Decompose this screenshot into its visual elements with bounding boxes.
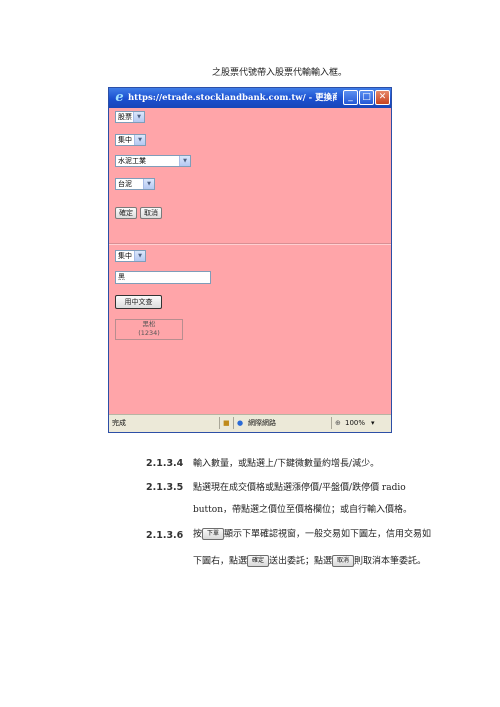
zoom-icon: ⊕ — [335, 419, 341, 427]
section-text: 輸入數量，或點選上/下鍵微數量約增長/減少。 — [193, 459, 380, 469]
text-fragment: 按 — [193, 529, 203, 540]
section-text: 點選現在成交價格或點選漲停價/平盤價/跌停價 radio — [193, 483, 406, 493]
close-button[interactable]: ✕ — [375, 90, 390, 105]
result-code: (1234) — [138, 329, 160, 337]
confirm-button-image: 確定 — [247, 555, 270, 567]
industry-select[interactable]: 水泥工業 ▼ — [115, 155, 191, 167]
status-separator — [219, 417, 220, 429]
status-separator — [331, 417, 332, 429]
cancel-button[interactable]: 取消 — [140, 207, 162, 219]
section-text: 按下單 顯示下單確認視窗，一般交易如下圖左，信用交易如 — [193, 528, 431, 541]
text-fragment: 則取消本筆委託。 — [354, 556, 427, 567]
confirm-button[interactable]: 確定 — [115, 207, 137, 219]
order-button-image: 下單 — [202, 528, 225, 540]
chevron-down-icon: ▼ — [134, 251, 145, 261]
status-bar: 完成 ■ ● 網際網路 ⊕ 100% ▾ — [109, 414, 391, 432]
board-select-bottom[interactable]: 集中 ▼ — [115, 250, 146, 262]
title-bar[interactable]: e https://etrade.stocklandbank.com.tw/ -… — [109, 88, 391, 108]
window-title: https://etrade.stocklandbank.com.tw/ - 更… — [128, 93, 337, 103]
stock-select[interactable]: 台泥 ▼ — [115, 178, 155, 190]
chevron-down-icon: ▼ — [143, 179, 154, 189]
minimize-button[interactable]: _ — [343, 90, 358, 105]
ie-logo-icon: e — [115, 90, 124, 105]
section-divider — [109, 243, 391, 245]
section-text-line2: button，帶點選之價位至價格欄位；或自行輸入價格。 — [193, 505, 413, 515]
globe-icon: ● — [237, 419, 244, 427]
industry-select-value: 水泥工業 — [118, 157, 146, 165]
board-select[interactable]: 集中 ▼ — [115, 134, 146, 146]
section-number: 2.1.3.4 — [146, 458, 184, 469]
zone-text: 網際網路 — [248, 419, 276, 427]
zoom-level[interactable]: 100% — [345, 415, 365, 431]
cancel-button-image: 取消 — [332, 555, 355, 567]
result-name: 黑松 — [142, 320, 156, 328]
section-number: 2.1.3.6 — [146, 530, 184, 541]
market-select-value: 股票 — [118, 113, 132, 121]
board-select-bottom-value: 集中 — [118, 252, 132, 260]
chinese-search-button[interactable]: 用中文查 — [115, 295, 162, 309]
stock-select-value: 台泥 — [118, 180, 132, 188]
status-separator — [233, 417, 234, 429]
intro-text: 之股票代號帶入股票代輸輸入框。 — [212, 68, 348, 78]
market-select[interactable]: 股票 ▼ — [115, 111, 145, 123]
chevron-down-icon: ▼ — [133, 112, 144, 122]
section-number: 2.1.3.5 — [146, 482, 184, 493]
browser-window: e https://etrade.stocklandbank.com.tw/ -… — [108, 87, 392, 433]
text-fragment: 下圖右，點選 — [193, 556, 248, 567]
section-text-line2: 下圖右，點選 確定 送出委託；點選 取消 則取消本筆委託。 — [193, 555, 426, 568]
lock-icon: ■ — [223, 419, 230, 427]
maximize-button[interactable]: □ — [359, 90, 374, 105]
stock-name-input[interactable]: 黑 — [115, 271, 211, 284]
board-select-value: 集中 — [118, 136, 132, 144]
chevron-down-icon: ▼ — [179, 156, 190, 166]
text-fragment: 顯示下單確認視窗，一般交易如下圖左，信用交易如 — [224, 529, 432, 540]
text-fragment: 送出委託；點選 — [269, 556, 333, 567]
zoom-dropdown-icon[interactable]: ▾ — [371, 415, 375, 431]
page-content: 股票 ▼ 集中 ▼ 水泥工業 ▼ 台泥 ▼ 確定 取消 集中 ▼ 黑 用中文查 … — [109, 108, 391, 415]
search-result-item[interactable]: 黑松 (1234) — [115, 319, 183, 340]
status-text: 完成 — [112, 419, 126, 427]
chevron-down-icon: ▼ — [134, 135, 145, 145]
